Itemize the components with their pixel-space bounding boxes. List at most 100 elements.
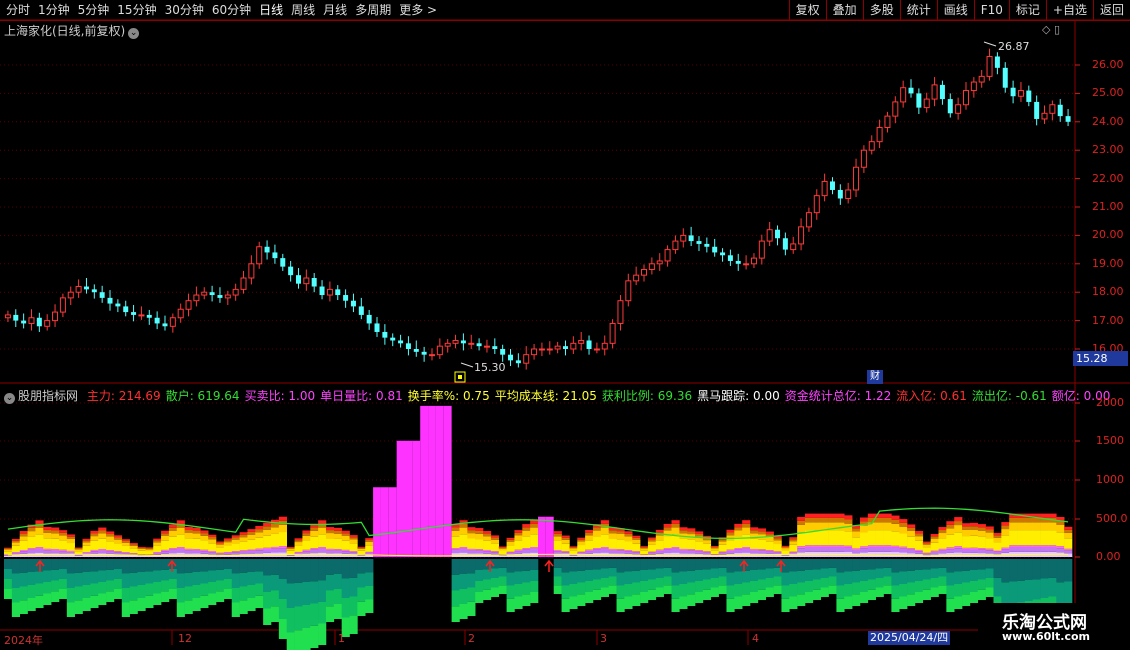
indicator-neg-bar [98, 559, 107, 571]
indicator-stack-bar [467, 550, 476, 554]
indicator-stack-bar [498, 546, 507, 548]
indicator-stack-bar [341, 549, 350, 552]
indicator-stack-bar [726, 549, 735, 552]
indicator-neg-bar [216, 559, 225, 570]
indicator-stack-bar [106, 541, 115, 551]
indicator-stack-bar [938, 550, 947, 554]
indicator-stack-bar [836, 522, 845, 531]
indicator-stack-bar [757, 531, 767, 535]
indicator-stack-bar [286, 550, 295, 555]
indicator-stack-bar [4, 547, 13, 549]
low-marker-line [460, 362, 474, 368]
indicator-stack-bar [1032, 530, 1041, 546]
indicator-neg-bar [333, 604, 342, 619]
candle-body [162, 323, 168, 327]
indicator-stack-bar [859, 546, 869, 549]
indicator-stack-bar [90, 533, 99, 537]
indicator-stack-bar [1040, 530, 1049, 546]
indicator-neg-bar [11, 602, 21, 617]
indicator-neg-bar [66, 559, 75, 574]
indicator-neg-bar [757, 579, 767, 590]
indicator-neg-bar [333, 574, 342, 589]
indicator-stack-bar [223, 538, 233, 541]
chart-canvas[interactable]: 26.87 15.30 [0, 0, 1130, 650]
indicator-neg-bar [145, 559, 154, 572]
indicator-stack-bar [176, 548, 185, 553]
candle-body [609, 322, 616, 344]
indicator-neg-bar [66, 602, 75, 617]
indicator-stack-bar [231, 552, 240, 555]
indicator-item-4: 换手率%: 0.75 [407, 389, 490, 403]
indicator-neg-bar [859, 570, 869, 581]
indicator-neg-bar [640, 559, 649, 570]
candle-body [217, 295, 223, 298]
indicator-stack-bar [891, 545, 900, 548]
indicator-name[interactable]: 股朋指标网 [18, 389, 78, 403]
indicator-neg-bar [1048, 577, 1057, 597]
indicator-stack-bar [789, 544, 798, 552]
indicator-stack-bar [216, 541, 225, 544]
indicator-stack-bar [899, 519, 908, 523]
indicator-neg-bar [294, 582, 303, 607]
indicator-stack-bar [718, 544, 727, 552]
indicator-stack-bar [640, 554, 649, 555]
indicator-neg-bar [585, 559, 594, 570]
indicator-stack-bar [483, 530, 492, 534]
indicator-stack-bar [608, 550, 617, 554]
indicator-stack-bar [1064, 538, 1073, 549]
indicator-neg-bar [121, 588, 130, 603]
indicator-neg-bar [985, 568, 994, 578]
indicator-stack-bar [74, 554, 83, 556]
indicator-stack-bar [286, 555, 295, 557]
time-tick: 1 [338, 632, 345, 645]
indicator-stack-bar [365, 551, 374, 553]
indicator-stack-bar [632, 543, 641, 552]
indicator-stack-bar [899, 522, 908, 527]
indicator-stack-bar [467, 533, 476, 539]
indicator-neg-bar [467, 573, 476, 588]
indicator-stack-bar [530, 534, 539, 548]
indicator-stack-bar [640, 550, 649, 555]
indicator-stack-bar [757, 550, 767, 554]
indicator-stack-bar [263, 526, 272, 530]
indicator-neg-bar [702, 579, 712, 590]
indicator-stack-bar [176, 547, 185, 549]
indicator-stack-bar [938, 538, 947, 549]
indicator-stack-bar [687, 553, 696, 557]
indicator-stack-bar [914, 540, 924, 550]
indicator-neg-bar [710, 587, 719, 597]
indicator-neg-bar [789, 596, 798, 609]
candle-body [44, 320, 51, 327]
indicator-stack-bar [750, 550, 759, 554]
indicator-stack-bar [820, 513, 829, 518]
indicator-settings-icon[interactable]: ⌄ [4, 393, 15, 404]
candle-body [59, 297, 66, 313]
indicator-stack-bar [828, 530, 837, 546]
indicator-neg-bar [1032, 579, 1041, 600]
indicator-stack-bar [655, 540, 664, 550]
indicator-neg-bar [1048, 559, 1057, 578]
indicator-stack-bar [985, 529, 994, 533]
indicator-neg-bar [318, 602, 327, 624]
indicator-neg-bar [789, 584, 798, 597]
indicator-stack-bar [310, 530, 319, 537]
finance-badge[interactable]: 财 [867, 370, 883, 384]
indicator-stack-bar [66, 536, 75, 539]
indicator-stack-bar [789, 554, 798, 557]
indicator-stack-bar [875, 547, 884, 552]
indicator-neg-bar [1017, 580, 1026, 603]
indicator-stack-bar [922, 543, 931, 545]
indicator-neg-bar [161, 591, 170, 602]
indicator-neg-bar [632, 594, 641, 606]
indicator-neg-bar [200, 595, 209, 608]
indicator-neg-bar [844, 596, 853, 609]
indicator-neg-bar [325, 606, 335, 622]
indicator-neg-bar [820, 559, 829, 569]
indicator-neg-bar [176, 559, 185, 574]
indicator-stack-bar [828, 547, 837, 552]
indicator-stack-bar [844, 547, 853, 552]
indicator-stack-bar [263, 522, 272, 527]
indicator-neg-bar [946, 598, 955, 612]
indicator-stack-bar [647, 541, 657, 545]
indicator-neg-bar [161, 580, 170, 592]
